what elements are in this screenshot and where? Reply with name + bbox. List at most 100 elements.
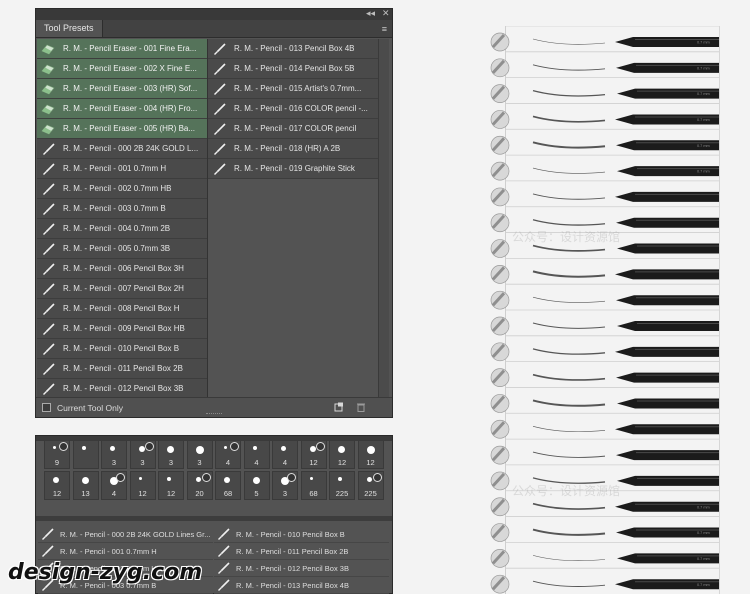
preset-item[interactable]: R. M. - Pencil - 011 Pencil Box 2B [37, 359, 207, 379]
brush-tip[interactable]: 225 [357, 471, 384, 500]
trash-icon[interactable] [356, 402, 366, 412]
brush-tip[interactable]: 9 [44, 440, 70, 469]
brush-tip[interactable]: 3 [129, 440, 156, 469]
brush-tip[interactable]: 3 [186, 440, 213, 469]
eraser-icon [41, 83, 55, 95]
pencil-body [617, 243, 719, 254]
brush-tip-preview [309, 477, 313, 480]
brush-tip[interactable]: 68 [215, 471, 241, 500]
pencil-body [615, 269, 719, 280]
preset-item[interactable]: R. M. - Pencil - 008 Pencil Box H [37, 299, 207, 319]
brush-icon [212, 122, 226, 135]
resize-grip[interactable] [206, 413, 222, 415]
new-preset-icon[interactable] [334, 402, 344, 412]
brush-tip[interactable]: 3 [101, 440, 127, 469]
preset-item[interactable]: R. M. - Pencil - 005 0.7mm 3B [37, 239, 207, 259]
preset-item[interactable]: R. M. - Pencil - 018 (HR) A 2B [208, 139, 378, 159]
preset-item[interactable]: R. M. - Pencil - 012 Pencil Box 3B [37, 379, 207, 399]
panel-menu-icon[interactable]: ≡ [382, 24, 387, 34]
preset-item[interactable]: R. M. - Pencil - 007 Pencil Box 2H [37, 279, 207, 299]
pencil-label: 0.7 mm [697, 557, 710, 561]
brush-tip[interactable]: 12 [329, 440, 355, 469]
brush-list-item[interactable]: R. M. - Pencil - 012 Pencil Box 3B [214, 560, 389, 577]
brush-tip[interactable]: 3 [272, 471, 298, 500]
brush-icon [41, 302, 55, 315]
texture-swatch [490, 471, 510, 491]
brush-panel-divider[interactable] [36, 516, 392, 521]
preset-item[interactable]: R. M. - Pencil - 016 COLOR pencil -... [208, 99, 378, 119]
preset-item[interactable]: R. M. - Pencil Eraser - 005 (HR) Ba... [37, 119, 207, 139]
pencil-stroke [532, 580, 606, 587]
texture-swatch [490, 445, 510, 465]
brush-icon [41, 162, 55, 175]
pencil-sample-row: 0.7 mm [490, 51, 719, 78]
current-tool-only-checkbox[interactable] [42, 403, 51, 412]
brush-icon [41, 182, 55, 195]
preset-item[interactable]: R. M. - Pencil - 003 0.7mm B [37, 199, 207, 219]
brush-tip-size: 20 [195, 489, 204, 498]
brush-tip[interactable]: 5 [243, 471, 270, 500]
brush-list-item[interactable]: R. M. - Pencil - 010 Pencil Box B [214, 526, 389, 543]
brush-tip[interactable]: 12 [129, 471, 156, 500]
pencil-sample-row: 0.7 mm [490, 541, 719, 568]
brush-tip[interactable]: 4 [101, 471, 127, 500]
brush-tip[interactable] [72, 440, 99, 469]
preset-item-label: R. M. - Pencil Eraser - 001 Fine Era... [63, 44, 197, 53]
preset-item-label: R. M. - Pencil - 011 Pencil Box 2B [63, 364, 183, 373]
preset-item[interactable]: R. M. - Pencil - 004 0.7mm 2B [37, 219, 207, 239]
pencil-sample-row [490, 387, 719, 413]
preset-item[interactable]: R. M. - Pencil - 013 Pencil Box 4B [208, 39, 378, 59]
preset-item[interactable]: R. M. - Pencil - 009 Pencil Box HB [37, 319, 207, 339]
brush-tip[interactable]: 225 [329, 471, 355, 500]
preset-item-label: R. M. - Pencil Eraser - 005 (HR) Ba... [63, 124, 196, 133]
pencil-stroke [532, 115, 606, 123]
preset-item-label: R. M. - Pencil - 014 Pencil Box 5B [234, 64, 355, 73]
current-tool-only-label: Current Tool Only [57, 402, 123, 413]
brush-tip-size: 3 [168, 458, 174, 467]
brush-tip[interactable]: 4 [215, 440, 241, 469]
preset-item[interactable]: R. M. - Pencil - 000 2B 24K GOLD L... [37, 139, 207, 159]
preset-item[interactable]: R. M. - Pencil Eraser - 003 (HR) Sof... [37, 79, 207, 99]
preset-item-label: R. M. - Pencil - 017 COLOR pencil [234, 124, 357, 133]
pencil-sample-row [490, 412, 719, 439]
brush-tip[interactable]: 13 [72, 471, 99, 500]
brush-tip-preview [309, 446, 316, 452]
preset-item[interactable]: R. M. - Pencil - 006 Pencil Box 3H [37, 259, 207, 279]
tab-tool-presets[interactable]: Tool Presets [36, 20, 103, 37]
brush-tip-preview [53, 477, 59, 483]
brush-tip[interactable]: 4 [272, 440, 298, 469]
brush-list-item[interactable]: R. M. - Pencil - 011 Pencil Box 2B [214, 543, 389, 560]
texture-swatch [490, 187, 510, 207]
brush-tip[interactable]: 20 [186, 471, 213, 500]
brush-icon [217, 579, 230, 591]
preset-item[interactable]: R. M. - Pencil Eraser - 002 X Fine E... [37, 59, 207, 79]
preset-item[interactable]: R. M. - Pencil - 014 Pencil Box 5B [208, 59, 378, 79]
collapse-icon[interactable]: ◂◂ [366, 8, 375, 19]
preset-scrollbar[interactable] [378, 39, 389, 397]
preset-item[interactable]: R. M. - Pencil - 017 COLOR pencil [208, 119, 378, 139]
brush-tip[interactable]: 3 [158, 440, 184, 469]
brush-tip[interactable]: 12 [158, 471, 184, 500]
preset-item[interactable]: R. M. - Pencil - 001 0.7mm H [37, 159, 207, 179]
brush-tip[interactable]: 12 [44, 471, 70, 500]
brush-list-item[interactable]: R. M. - Pencil - 013 Pencil Box 4B [214, 577, 389, 594]
brush-tip[interactable]: 4 [243, 440, 270, 469]
brush-tip-preview [138, 446, 145, 452]
brush-tip[interactable]: 12 [300, 440, 327, 469]
brush-list-label: R. M. - Pencil - 011 Pencil Box 2B [236, 546, 349, 556]
preset-item[interactable]: R. M. - Pencil - 015 Artist's 0.7mm... [208, 79, 378, 99]
brush-list-item[interactable]: R. M. - Pencil - 001 0.7mm H [38, 543, 213, 560]
preset-item[interactable]: R. M. - Pencil - 002 0.7mm HB [37, 179, 207, 199]
preset-item[interactable]: R. M. - Pencil - 019 Graphite Stick [208, 159, 378, 179]
pencil-stroke [532, 399, 606, 407]
brush-list-item[interactable]: R. M. - Pencil - 000 2B 24K GOLD Lines G… [38, 526, 213, 543]
preset-item-label: R. M. - Pencil - 010 Pencil Box B [63, 344, 180, 353]
panel-tabbar: Tool Presets ≡ [36, 20, 392, 38]
texture-swatch [490, 523, 510, 542]
close-icon[interactable]: ✕ [382, 8, 390, 19]
preset-item[interactable]: R. M. - Pencil Eraser - 001 Fine Era... [37, 39, 207, 59]
brush-tip[interactable]: 12 [357, 440, 384, 469]
brush-tip[interactable]: 68 [300, 471, 327, 500]
preset-item[interactable]: R. M. - Pencil - 010 Pencil Box B [37, 339, 207, 359]
preset-item[interactable]: R. M. - Pencil Eraser - 004 (HR) Fro... [37, 99, 207, 119]
